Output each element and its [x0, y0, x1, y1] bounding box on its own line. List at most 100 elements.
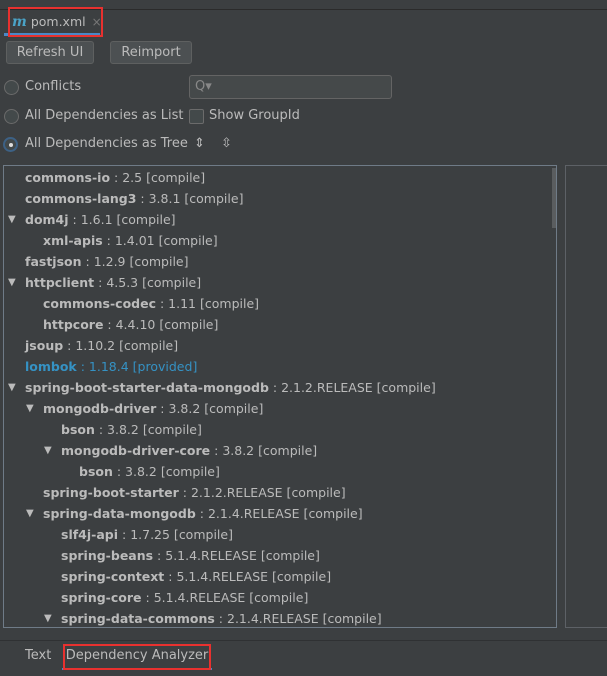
bracket: [ — [196, 296, 205, 311]
tree-node[interactable]: commons-codec : 1.11 [compile] — [43, 293, 259, 314]
bracket: ] — [376, 611, 382, 626]
separator: : — [118, 527, 131, 542]
list-radio[interactable] — [4, 109, 19, 124]
separator: : — [94, 275, 107, 290]
collapse-all-icon[interactable]: ⇳ — [221, 136, 232, 151]
tree-node[interactable]: bson : 3.8.2 [compile] — [79, 461, 220, 482]
separator: : — [214, 611, 227, 626]
tree-node[interactable]: httpcore : 4.4.10 [compile] — [43, 314, 218, 335]
bracket: ] — [315, 548, 320, 563]
list-label: All Dependencies as List — [25, 108, 184, 123]
tree-node[interactable]: spring-data-mongodb : 2.1.4.RELEASE [com… — [43, 503, 363, 524]
expand-arrow-icon[interactable]: ▼ — [44, 445, 52, 456]
tree-node[interactable]: jsoup : 1.10.2 [compile] — [25, 335, 178, 356]
tree-node[interactable]: spring-beans : 5.1.4.RELEASE [compile] — [61, 545, 320, 566]
details-panel — [565, 165, 607, 628]
tree-node[interactable]: spring-context : 5.1.4.RELEASE [compile] — [61, 566, 331, 587]
bracket: [ — [155, 317, 165, 332]
refresh-ui-button[interactable]: Refresh UI — [6, 41, 94, 64]
artifact-scope: compile — [121, 212, 171, 227]
separator: : — [68, 212, 81, 227]
artifact-scope: compile — [123, 338, 174, 353]
tree-node[interactable]: httpclient : 4.5.3 [compile] — [25, 272, 201, 293]
expand-arrow-icon[interactable]: ▼ — [44, 613, 52, 624]
artifact-version: 2.1.4.RELEASE — [227, 611, 319, 626]
artifact-version: 2.1.4.RELEASE — [207, 506, 300, 521]
artifact-scope: provided — [137, 359, 193, 374]
tree-node[interactable]: spring-data-commons : 2.1.4.RELEASE [com… — [61, 608, 382, 627]
tree-node[interactable]: bson : 3.8.2 [compile] — [61, 419, 202, 440]
highlight-box — [63, 644, 211, 670]
tree-node[interactable]: fastjson : 1.2.9 [compile] — [25, 251, 189, 272]
artifact-version: 5.1.4.RELEASE — [176, 569, 269, 584]
separator: : — [110, 170, 123, 185]
expand-arrow-icon[interactable]: ▼ — [26, 508, 34, 519]
separator: : — [76, 359, 89, 374]
show-groupid-label: Show GroupId — [209, 108, 300, 123]
artifact-scope: compile — [165, 464, 215, 479]
tree-node[interactable]: commons-io : 2.5 [compile] — [25, 167, 205, 188]
artifact-name: commons-lang3 — [25, 191, 137, 206]
artifact-version: 1.6.1 — [80, 212, 113, 227]
artifact-scope: compile — [381, 380, 431, 395]
artifact-version: 3.8.2 — [168, 401, 201, 416]
tree-node[interactable]: dom4j : 1.6.1 [compile] — [25, 209, 176, 230]
tree-node[interactable]: xml-apis : 1.4.01 [compile] — [43, 230, 218, 251]
bracket: [ — [245, 590, 255, 605]
dependency-tree[interactable]: commons-io : 2.5 [compile] commons-lang3 … — [3, 165, 557, 628]
tree-node[interactable]: lombok : 1.18.4 [provided] — [25, 356, 197, 377]
artifact-scope: compile — [209, 401, 259, 416]
artifact-scope: compile — [263, 443, 313, 458]
expand-arrow-icon[interactable]: ▼ — [26, 403, 34, 414]
artifact-name: xml-apis — [43, 233, 103, 248]
separator: : — [103, 317, 116, 332]
search-input[interactable]: Q▾ — [189, 75, 392, 99]
bracket: [ — [156, 464, 166, 479]
bracket: [ — [115, 338, 124, 353]
bracket: [ — [200, 401, 210, 416]
artifact-scope: compile — [146, 275, 197, 290]
bracket: ] — [215, 464, 220, 479]
artifact-scope: compile — [150, 170, 201, 185]
tree-node[interactable]: mongodb-driver : 3.8.2 [compile] — [43, 398, 263, 419]
artifact-version: 1.7.25 — [130, 527, 170, 542]
tree-node[interactable]: spring-boot-starter-data-mongodb : 2.1.2… — [25, 377, 436, 398]
tab-text[interactable]: Text — [25, 642, 51, 670]
expand-arrow-icon[interactable]: ▼ — [8, 382, 16, 393]
artifact-version: 2.1.2.RELEASE — [190, 485, 283, 500]
bracket: ] — [197, 422, 202, 437]
artifact-version: 5.1.4.RELEASE — [153, 590, 246, 605]
tree-node[interactable]: slf4j-api : 1.7.25 [compile] — [61, 524, 233, 545]
separator: : — [156, 296, 169, 311]
bracket: ] — [254, 296, 260, 311]
separator: : — [268, 380, 282, 395]
separator: : — [164, 569, 177, 584]
tree-node[interactable]: commons-lang3 : 3.8.1 [compile] — [25, 188, 243, 209]
artifact-name: spring-context — [61, 569, 165, 584]
separator: : — [178, 485, 191, 500]
conflicts-radio[interactable] — [4, 80, 19, 95]
bracket: [ — [254, 443, 263, 458]
artifact-name: spring-data-mongodb — [43, 506, 196, 521]
bracket: [ — [372, 380, 382, 395]
show-groupid-checkbox[interactable] — [189, 109, 204, 124]
expand-arrow-icon[interactable]: ▼ — [8, 277, 16, 288]
artifact-version: 4.4.10 — [115, 317, 156, 332]
tree-node[interactable]: spring-boot-starter : 2.1.2.RELEASE [com… — [43, 482, 346, 503]
expand-all-icon[interactable]: ⇕ — [194, 136, 205, 151]
tree-radio[interactable] — [3, 137, 18, 152]
tree-node[interactable]: spring-core : 5.1.4.RELEASE [compile] — [61, 587, 308, 608]
artifact-name: httpcore — [43, 317, 104, 332]
bracket: [ — [128, 359, 138, 374]
artifact-version: 1.18.4 — [88, 359, 129, 374]
conflicts-label: Conflicts — [25, 79, 82, 94]
bracket: [ — [142, 170, 151, 185]
separator: : — [112, 464, 126, 479]
expand-arrow-icon[interactable]: ▼ — [8, 214, 16, 225]
reimport-button[interactable]: Reimport — [110, 41, 192, 64]
artifact-name: jsoup — [25, 338, 64, 353]
scrollbar[interactable] — [552, 168, 556, 228]
tree-node[interactable]: mongodb-driver-core : 3.8.2 [compile] — [61, 440, 317, 461]
artifact-scope: compile — [178, 527, 229, 542]
artifact-version: 3.8.1 — [148, 191, 181, 206]
